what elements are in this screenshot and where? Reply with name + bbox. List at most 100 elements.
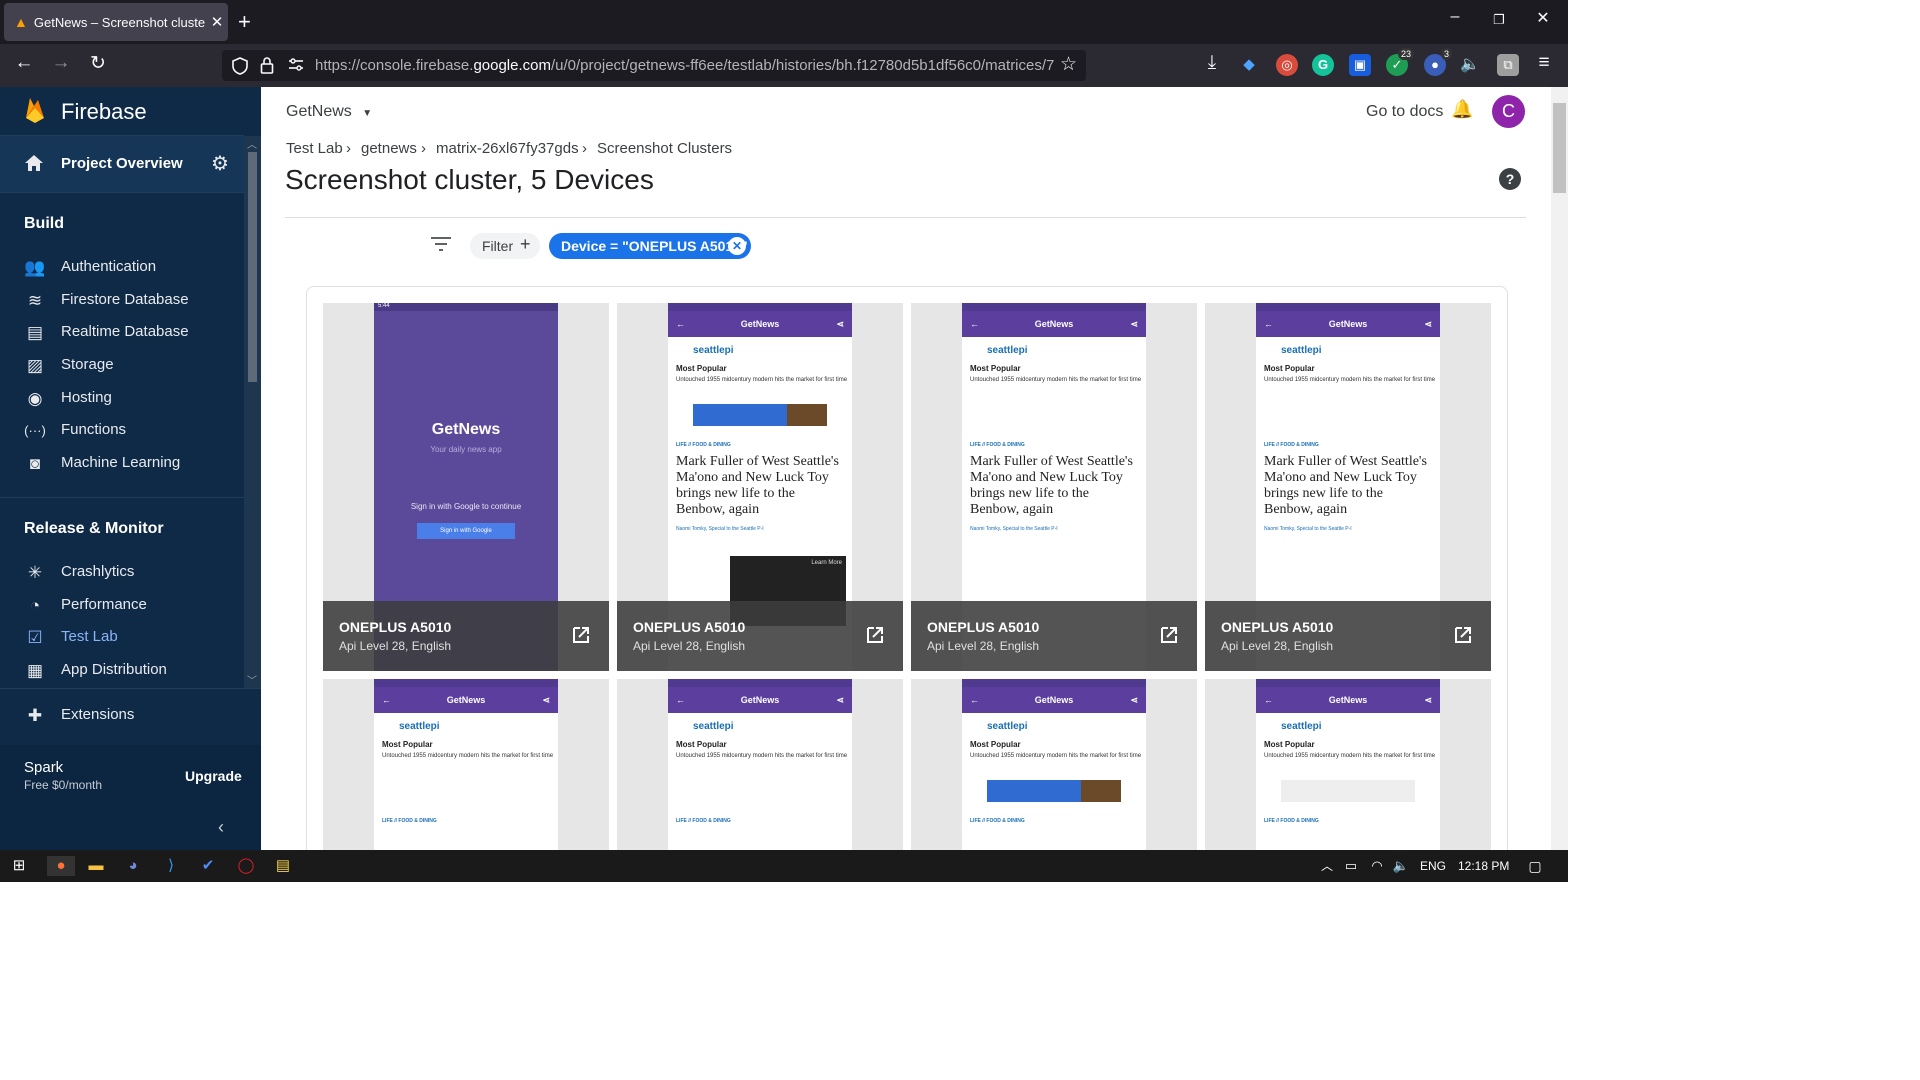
permissions-icon[interactable] [288, 58, 304, 72]
database-icon: ▤ [26, 323, 44, 342]
browser-tab[interactable]: ▲ GetNews – Screenshot cluster, 5 ✕ [4, 3, 228, 41]
reload-icon[interactable]: ↻ [84, 52, 112, 75]
open-in-new-icon[interactable] [1159, 625, 1179, 645]
clock[interactable]: 12:18 PM [1458, 859, 1509, 873]
article-screenshot: ← GetNews ⋖ seattlepi Most Popular Untouch… [668, 679, 852, 851]
back-icon[interactable]: ← [10, 52, 38, 74]
file-explorer-icon[interactable]: ▬ [85, 856, 107, 876]
language-indicator[interactable]: ENG [1420, 859, 1446, 873]
open-in-new-icon[interactable] [571, 625, 591, 645]
new-tab-button[interactable]: + [238, 9, 251, 35]
forward-icon[interactable]: → [47, 52, 75, 74]
people-icon: 👥 [24, 258, 46, 277]
sidebar-item-machine-learning[interactable]: ◙ Machine Learning [0, 448, 244, 480]
minimize-icon[interactable]: – [1440, 8, 1470, 26]
open-in-new-icon[interactable] [1453, 625, 1473, 645]
extension-bitwarden-icon[interactable]: ▣ [1349, 54, 1371, 76]
project-overview-item[interactable]: Project Overview ⚙ [0, 136, 244, 192]
extension-tile-icon[interactable]: ⧉ [1497, 54, 1519, 76]
sidebar-item-crashlytics[interactable]: ✳ Crashlytics [0, 557, 244, 589]
speaker-icon[interactable]: 🔈 [1459, 54, 1481, 76]
breadcrumb-screenshot-clusters[interactable]: Screenshot Clusters [597, 140, 732, 157]
extension-puzzle-icon[interactable]: ● 3 [1424, 48, 1452, 76]
notifications-bell-icon[interactable]: 🔔 [1451, 99, 1473, 120]
page-scrollbar[interactable] [1551, 87, 1568, 850]
todo-check-icon[interactable]: ✔ [197, 856, 219, 876]
extension-glasses-icon[interactable]: ◎ [1276, 54, 1298, 76]
breadcrumb-test-lab[interactable]: Test Lab [286, 140, 343, 157]
filter-list-icon[interactable] [431, 237, 451, 256]
release-section-title[interactable]: Release & Monitor [24, 520, 164, 538]
sidebar-scroll-thumb[interactable] [248, 152, 257, 382]
article-screenshot: ← GetNews ⋖ seattlepi Most Popular Untouch… [374, 679, 558, 851]
notes-icon[interactable]: ▤ [272, 856, 294, 876]
remove-filter-icon[interactable]: ✕ [728, 237, 746, 255]
add-filter-button[interactable]: Filter + [470, 233, 540, 259]
go-to-docs-link[interactable]: Go to docs [1366, 103, 1443, 121]
breadcrumb-matrix[interactable]: matrix-26xl67fy37gds [436, 140, 579, 157]
screenshot-tile[interactable]: ← GetNews ⋖ seattlepi Most Popular Untouch… [911, 303, 1197, 671]
avatar[interactable]: C [1492, 95, 1525, 128]
volume-icon[interactable]: 🔈 [1390, 856, 1412, 876]
browser-nav-bar: ← → ↻ https://console.firebase.google.co… [0, 44, 1568, 87]
downloads-icon[interactable]: ⤓ [1198, 52, 1226, 74]
sidebar-item-extensions[interactable]: ✚ Extensions [0, 700, 244, 732]
breadcrumb-sep-icon: › [346, 140, 351, 157]
breadcrumb-sep-icon: › [582, 140, 587, 157]
scroll-up-icon[interactable]: ︿ [247, 136, 257, 151]
opera-icon[interactable]: ◯ [235, 856, 257, 876]
storage-image-icon: ▨ [26, 356, 44, 375]
screenshot-tile[interactable]: ← GetNews ⋖ seattlepi Most Popular Untouch… [323, 679, 609, 851]
sidebar-item-app-distribution[interactable]: ▦ App Distribution [0, 655, 244, 687]
scroll-down-icon[interactable]: ﹀ [247, 672, 257, 687]
sidebar-item-hosting[interactable]: ◉ Hosting [0, 383, 244, 415]
screenshot-tile[interactable]: ← GetNews ⋖ seattlepi Most Popular Untouch… [1205, 303, 1491, 671]
sidebar-item-realtime-database[interactable]: ▤ Realtime Database [0, 317, 244, 349]
page-scroll-thumb[interactable] [1553, 103, 1566, 193]
extension-grammarly-icon[interactable]: G [1312, 54, 1334, 76]
settings-gear-icon[interactable]: ⚙ [211, 151, 229, 176]
open-in-new-icon[interactable] [865, 625, 885, 645]
restore-icon[interactable]: ❐ [1484, 12, 1514, 28]
extension-diamond-icon[interactable]: ◆ [1238, 54, 1260, 76]
sidebar-item-storage[interactable]: ▨ Storage [0, 350, 244, 382]
sidebar-item-test-lab[interactable]: ☑ Test Lab [0, 622, 244, 654]
extension-shield-icon[interactable]: ✓ 23 [1386, 48, 1414, 76]
project-selector[interactable]: GetNews ▼ [286, 103, 372, 121]
sidebar-item-authentication[interactable]: 👥 Authentication [0, 252, 244, 284]
notifications-icon[interactable]: ▢ [1524, 856, 1546, 876]
battery-icon[interactable]: ▭ [1340, 856, 1362, 876]
windows-start-icon[interactable]: ⊞ [8, 856, 30, 876]
project-name: GetNews [286, 103, 352, 120]
discord-icon[interactable]: ◕ [122, 856, 144, 876]
device-filter-chip[interactable]: Device = "ONEPLUS A5010" ✕ [549, 233, 751, 259]
screenshot-tile[interactable]: 5:44 GetNews Your daily news app Sign in… [323, 303, 609, 671]
firefox-icon[interactable]: ● [47, 856, 75, 876]
breadcrumb-getnews[interactable]: getnews [361, 140, 417, 157]
close-window-icon[interactable]: ✕ [1528, 8, 1558, 28]
test-lab-checklist-icon: ☑ [27, 628, 43, 647]
sidebar-item-performance[interactable]: ◔ Performance [0, 590, 244, 622]
collapse-sidebar-icon[interactable]: ‹ [218, 817, 224, 838]
build-section-title[interactable]: Build [24, 215, 64, 233]
sidebar-item-functions[interactable]: (···) Functions [0, 415, 244, 447]
help-icon[interactable]: ? [1499, 168, 1521, 190]
address-bar[interactable]: https://console.firebase.google.com/u/0/… [222, 50, 1086, 81]
screenshot-tile[interactable]: ← GetNews ⋖ seattlepi Most Popular Untouch… [617, 303, 903, 671]
vscode-icon[interactable]: ⟩ [160, 856, 182, 876]
upgrade-button[interactable]: Upgrade [185, 768, 242, 784]
sidebar: Firebase Project Overview ⚙ Build 👥 Auth… [0, 87, 261, 850]
bookmark-star-icon[interactable]: ☆ [1060, 53, 1077, 76]
screenshot-grid-card: 5:44 GetNews Your daily news app Sign in… [306, 286, 1508, 866]
screenshot-tile[interactable]: ← GetNews ⋖ seattlepi Most Popular Untouch… [1205, 679, 1491, 851]
firebase-favicon-icon: ▲ [14, 14, 28, 30]
wifi-icon[interactable]: ◠ [1366, 856, 1388, 876]
screenshot-tile[interactable]: ← GetNews ⋖ seattlepi Most Popular Untouch… [911, 679, 1197, 851]
screenshot-tile[interactable]: ← GetNews ⋖ seattlepi Most Popular Untouch… [617, 679, 903, 851]
sidebar-item-firestore-database[interactable]: ≋ Firestore Database [0, 285, 244, 317]
tray-up-icon[interactable]: ︿ [1316, 856, 1338, 876]
sidebar-scrollbar[interactable]: ︿ ﹀ [244, 136, 261, 688]
close-tab-icon[interactable]: ✕ [206, 13, 228, 31]
menu-icon[interactable]: ≡ [1530, 52, 1558, 74]
brand[interactable]: Firebase [0, 87, 261, 135]
